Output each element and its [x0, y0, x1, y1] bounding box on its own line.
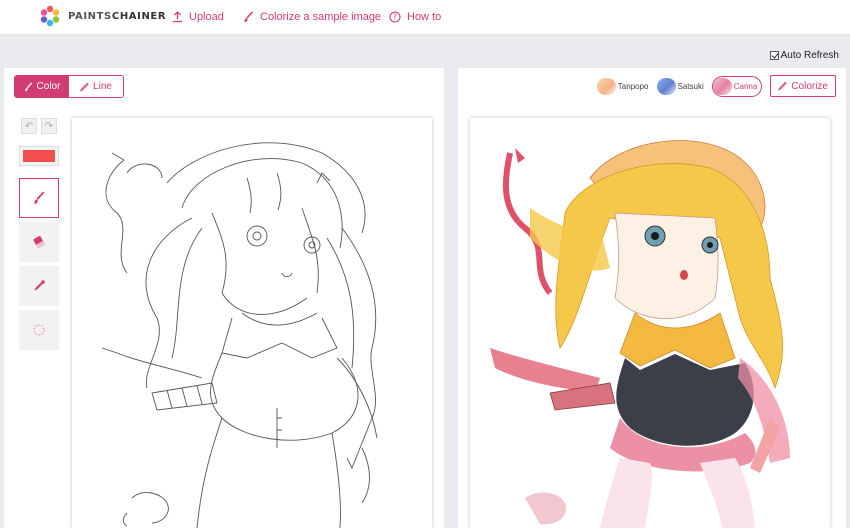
style-satsuki-label: Satsuki [677, 81, 704, 91]
mode-color-button[interactable]: Color [15, 76, 69, 97]
auto-refresh-label: Auto Refresh [780, 50, 839, 61]
line-art-panel: Color Line ↶ ↷ [4, 68, 444, 528]
current-color [23, 150, 55, 162]
colorized-drawing [490, 140, 790, 528]
mode-color-label: Color [36, 81, 61, 92]
eyedropper-icon [34, 280, 45, 291]
tanpopo-thumbnail [596, 77, 616, 95]
style-tanpopo[interactable]: Tanpopo [596, 77, 653, 96]
eraser-tool-button[interactable] [19, 222, 59, 262]
eraser-icon [33, 236, 45, 249]
colorized-canvas [470, 118, 830, 528]
top-bar: PAINTSCHAINER Upload Colorize a sample i… [0, 0, 850, 35]
upload-icon [173, 11, 182, 23]
style-selector: Tanpopo Satsuki Canna Colorize [596, 75, 836, 97]
mode-line-label: Line [93, 81, 112, 92]
brush-icon [244, 11, 254, 22]
eyedropper-tool-button[interactable] [19, 266, 59, 306]
logo-icon [40, 5, 60, 27]
style-satsuki[interactable]: Satsuki [656, 77, 708, 96]
style-canna[interactable]: Canna [711, 75, 763, 97]
undo-button[interactable]: ↶ [21, 118, 37, 134]
style-canna-label: Canna [733, 81, 758, 91]
style-tanpopo-label: Tanpopo [617, 81, 649, 91]
undo-icon: ↶ [24, 120, 34, 132]
svg-text:?: ? [393, 13, 397, 22]
mode-line-button[interactable]: Line [69, 76, 123, 97]
canna-thumbnail [712, 77, 732, 95]
loading-tool-button[interactable] [19, 310, 59, 350]
nav-colorize-sample-label: Colorize a sample image [260, 11, 382, 23]
logo-text: PAINTSCHAINER [68, 10, 167, 22]
nav-upload[interactable]: Upload [172, 0, 224, 34]
redo-icon: ↷ [44, 120, 54, 132]
help-circle-icon: ? [389, 11, 401, 23]
brush-icon [34, 191, 45, 204]
redo-button[interactable]: ↷ [41, 118, 57, 134]
line-art-canvas[interactable] [72, 118, 432, 528]
nav-how-to-label: How to [407, 11, 442, 23]
auto-refresh-checkbox[interactable] [769, 51, 779, 60]
line-art-drawing [101, 142, 378, 528]
satsuki-thumbnail [656, 77, 676, 95]
logo[interactable]: PAINTSCHAINER [38, 3, 166, 29]
mode-switch: Color Line [14, 75, 124, 98]
auto-refresh-toggle[interactable]: Auto Refresh [769, 50, 839, 61]
loading-icon [33, 324, 45, 336]
pencil-icon [80, 82, 89, 92]
brush-tool-button[interactable] [19, 178, 59, 218]
color-picker-swatch[interactable] [19, 146, 59, 166]
colorize-button-label: Colorize [791, 80, 828, 92]
nav-upload-label: Upload [189, 11, 224, 23]
nav-colorize-sample[interactable]: Colorize a sample image [243, 0, 381, 34]
colorize-button[interactable]: Colorize [770, 75, 836, 97]
colorized-panel: Tanpopo Satsuki Canna Colorize [458, 68, 846, 528]
pencil-icon [778, 81, 788, 91]
tool-palette: ↶ ↷ [19, 118, 61, 350]
brush-icon [24, 81, 32, 91]
nav-how-to[interactable]: ? How to [389, 0, 441, 34]
